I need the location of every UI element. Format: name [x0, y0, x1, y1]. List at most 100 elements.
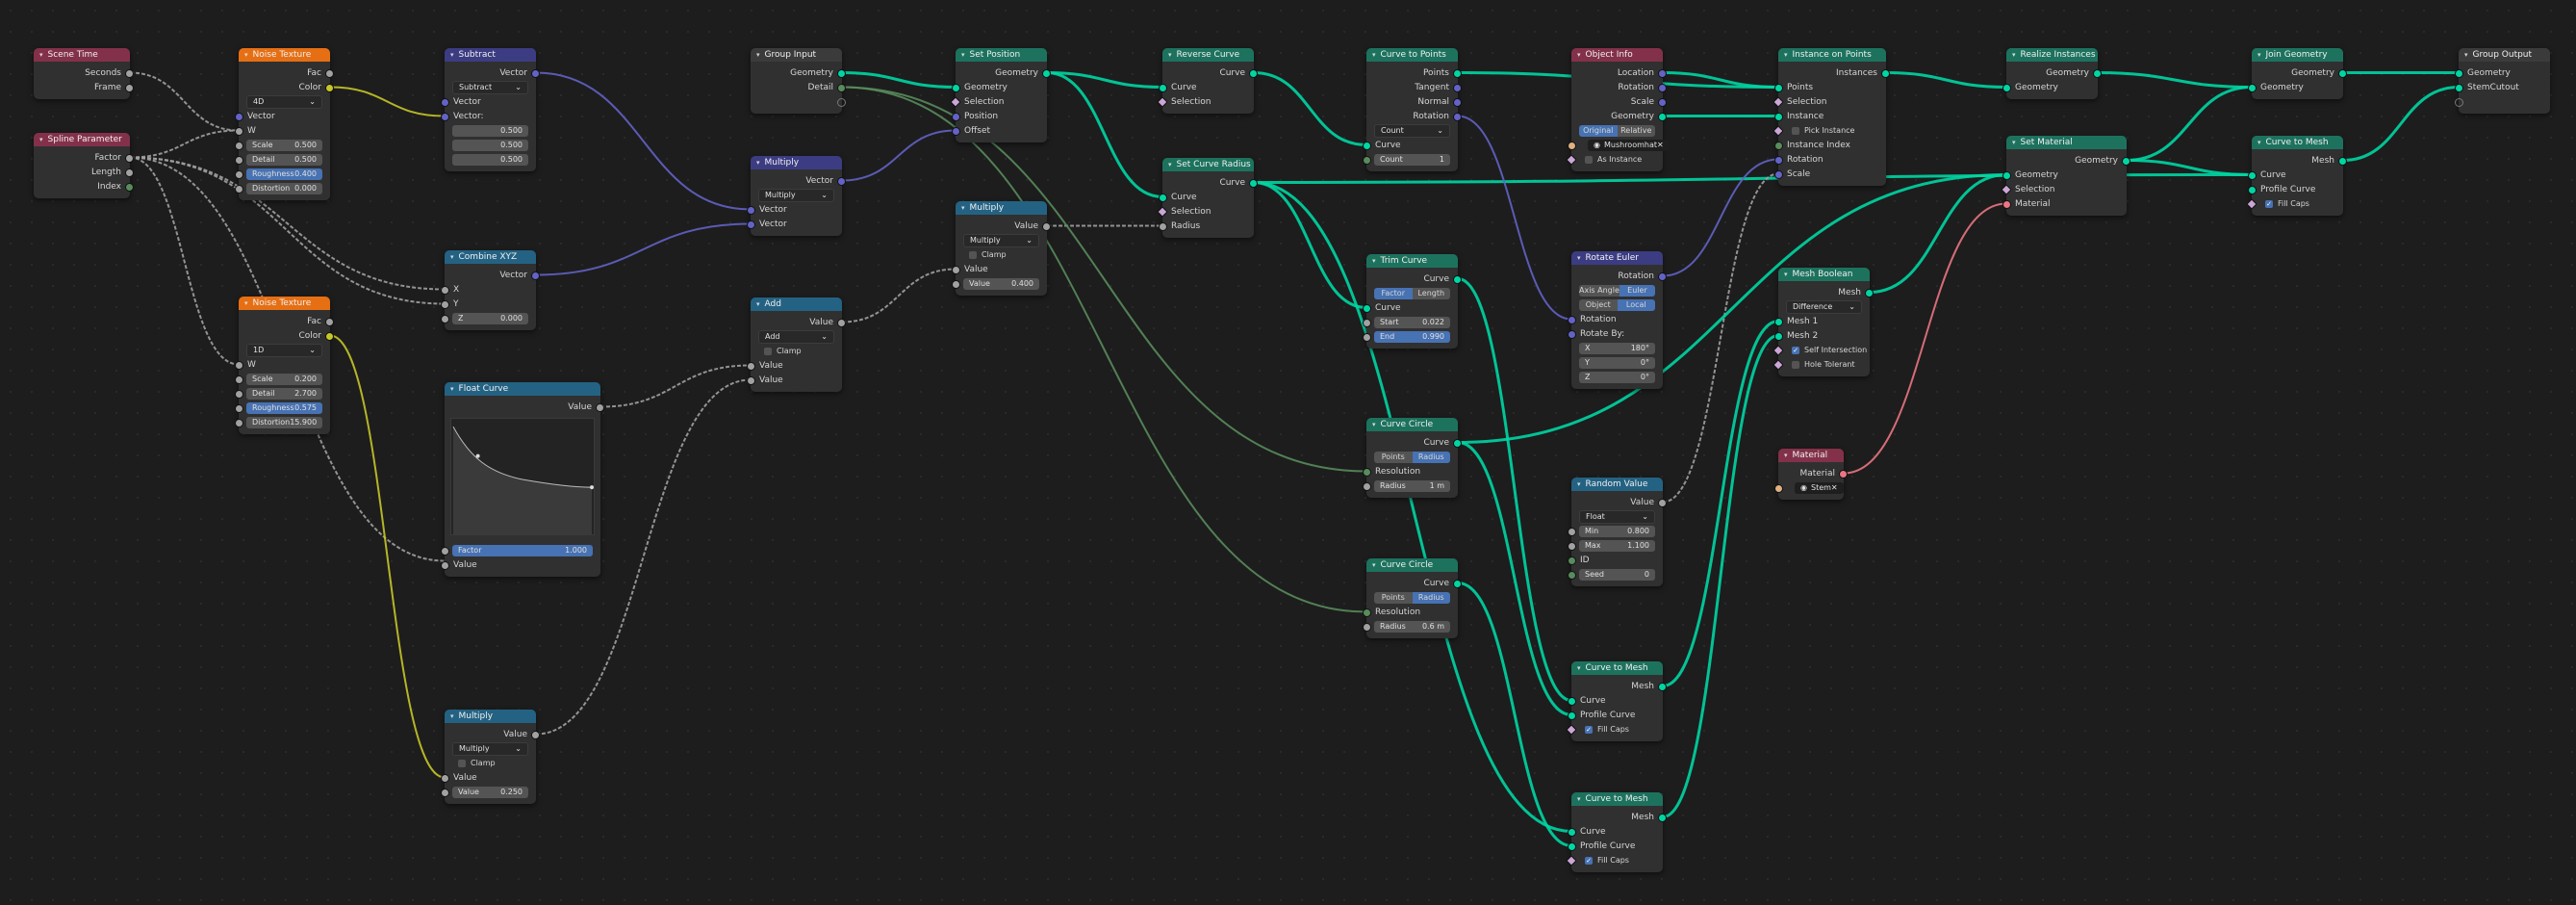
collapse-chevron-icon[interactable]: ▾ — [756, 51, 760, 59]
input-socket[interactable] — [1568, 316, 1576, 324]
output-socket[interactable] — [1658, 272, 1667, 281]
input-socket[interactable] — [441, 286, 449, 295]
node-header[interactable]: ▾ Rotate Euler — [1571, 251, 1663, 265]
number-field[interactable]: Roughness 0.400 — [246, 168, 322, 180]
output-socket[interactable] — [1453, 580, 1462, 588]
toggle-option[interactable]: Points — [1374, 591, 1413, 604]
input-socket[interactable] — [1568, 711, 1576, 720]
node-header[interactable]: ▾ Multiply — [956, 201, 1047, 215]
node-header[interactable]: ▾ Trim Curve — [1366, 254, 1458, 268]
output-socket[interactable] — [596, 403, 604, 412]
node-set-material[interactable]: ▾ Set Material Geometry Geometry Selection Ma… — [2001, 136, 2130, 216]
node-object-info[interactable]: ▾ Object Info Location Rotation Scale Geometr… — [1566, 48, 1670, 171]
node-random-value[interactable]: ▾ Random Value Value Float ⌄ Min 0.800 Max 1.100… — [1568, 478, 1667, 586]
node-header[interactable]: ▾ Realize Instances — [2006, 48, 2098, 62]
node-material[interactable]: ▾ Material Material ◉ Stem ✕ — [1774, 449, 1848, 500]
toggle-option[interactable]: Relative — [1617, 124, 1655, 137]
collapse-chevron-icon[interactable]: ▾ — [2257, 139, 2261, 146]
number-field[interactable]: Factor 1.000 — [452, 544, 593, 556]
node-header[interactable]: ▾ Curve to Points — [1366, 48, 1458, 62]
object-picker[interactable]: ◉ Mushroomhat ✕ — [1588, 139, 1670, 151]
input-socket[interactable] — [1363, 319, 1371, 327]
input-socket[interactable] — [952, 127, 960, 136]
curve-mapping-area[interactable] — [450, 418, 595, 535]
node-multiply-mid[interactable]: ▾ Multiply Value Multiply ⌄ Clamp Value Value 0.… — [952, 201, 1051, 296]
toggle-option[interactable]: Radius — [1412, 451, 1450, 463]
input-socket[interactable] — [1774, 332, 1783, 341]
input-socket[interactable] — [1363, 142, 1371, 150]
input-socket[interactable] — [2455, 98, 2463, 107]
output-socket[interactable] — [1249, 69, 1258, 78]
output-socket[interactable] — [1453, 98, 1462, 107]
node-group-output[interactable]: ▾ Group Output Geometry StemCutout — [2455, 48, 2550, 114]
node-curve-to-mesh3[interactable]: ▾ Curve to Mesh Mesh Curve Profile Curve ✓ Fil… — [2246, 136, 2347, 216]
dropdown-select[interactable]: 4D ⌄ — [246, 94, 322, 109]
input-socket[interactable] — [1363, 623, 1371, 632]
number-field[interactable]: Scale 0.200 — [246, 373, 322, 385]
output-socket[interactable] — [1865, 289, 1874, 297]
number-field[interactable]: Value 0.400 — [963, 277, 1039, 290]
input-socket[interactable] — [441, 300, 449, 309]
checkbox[interactable]: Hole Tolerant — [1787, 360, 1855, 369]
checkbox[interactable]: Clamp — [964, 250, 1007, 259]
input-socket[interactable] — [1568, 528, 1576, 536]
checkbox[interactable]: ✓ Self Intersection — [1787, 346, 1867, 354]
node-header[interactable]: ▾ Curve to Mesh — [2252, 136, 2343, 149]
output-socket[interactable] — [1249, 179, 1258, 188]
output-socket[interactable] — [1453, 275, 1462, 284]
input-socket[interactable] — [952, 84, 960, 92]
node-header[interactable]: ▾ Spline Parameter — [34, 133, 130, 146]
input-socket[interactable] — [1159, 194, 1167, 202]
node-spline-param[interactable]: ▾ Spline Parameter Factor Length Index — [34, 133, 134, 198]
node-add[interactable]: ▾ Add Value Add ⌄ Clamp Value Value — [747, 297, 846, 392]
number-field[interactable]: X 180° — [1579, 342, 1655, 354]
node-header[interactable]: ▾ Noise Texture — [239, 48, 330, 62]
collapse-chevron-icon[interactable]: ▾ — [1577, 51, 1581, 59]
node-noise2[interactable]: ▾ Noise Texture Fac Color 1D ⌄ W Scale 0.200 Deta… — [235, 297, 334, 434]
number-field[interactable]: Value 0.250 — [452, 786, 528, 798]
collapse-chevron-icon[interactable]: ▾ — [961, 204, 965, 212]
output-socket[interactable] — [125, 84, 134, 92]
output-socket[interactable] — [125, 69, 134, 78]
output-socket[interactable] — [531, 69, 540, 78]
node-header[interactable]: ▾ Multiply — [445, 710, 536, 723]
node-combine[interactable]: ▾ Combine XYZ Vector X Y Z 0.000 — [441, 250, 540, 330]
input-socket[interactable] — [1568, 697, 1576, 706]
output-socket[interactable] — [325, 69, 334, 78]
input-socket[interactable] — [235, 390, 243, 399]
output-socket[interactable] — [125, 168, 134, 177]
collapse-chevron-icon[interactable]: ▾ — [450, 385, 454, 393]
input-socket[interactable] — [1363, 156, 1371, 165]
output-socket[interactable] — [125, 183, 134, 192]
collapse-chevron-icon[interactable]: ▾ — [244, 51, 248, 59]
node-multiply-bottom[interactable]: ▾ Multiply Value Multiply ⌄ Clamp Value Value 0.… — [441, 710, 540, 804]
toggle-option[interactable]: Local — [1617, 298, 1655, 311]
input-socket[interactable] — [2248, 171, 2257, 180]
input-socket[interactable] — [235, 170, 243, 179]
curve-graph[interactable] — [451, 419, 594, 534]
output-socket[interactable] — [837, 84, 846, 92]
node-header[interactable]: ▾ Set Material — [2006, 136, 2127, 149]
input-socket[interactable] — [1774, 142, 1783, 150]
node-curve-to-mesh2[interactable]: ▾ Curve to Mesh Mesh Curve Profile Curve ✓ Fil… — [1566, 792, 1667, 872]
input-socket[interactable] — [747, 206, 755, 215]
node-realize-instances[interactable]: ▾ Realize Instances Geometry Geometry — [2002, 48, 2102, 99]
input-socket[interactable] — [235, 185, 243, 194]
output-socket[interactable] — [1658, 98, 1667, 107]
node-join-geometry[interactable]: ▾ Join Geometry Geometry Geometry — [2248, 48, 2347, 99]
node-set-curve-radius[interactable]: ▾ Set Curve Radius Curve Curve Selection Radi… — [1157, 158, 1258, 238]
input-socket[interactable] — [235, 404, 243, 413]
input-socket[interactable] — [2248, 84, 2257, 92]
number-field[interactable]: Count 1 — [1374, 153, 1450, 166]
output-socket[interactable] — [1042, 69, 1051, 78]
collapse-chevron-icon[interactable]: ▾ — [1372, 257, 1376, 265]
input-socket[interactable] — [2248, 186, 2257, 194]
collapse-chevron-icon[interactable]: ▾ — [244, 299, 248, 307]
output-socket[interactable] — [1658, 814, 1667, 822]
number-field[interactable]: Detail 2.700 — [246, 387, 322, 400]
checkbox-box[interactable] — [764, 347, 772, 355]
input-socket[interactable] — [2002, 200, 2011, 209]
number-field[interactable]: 0.500 — [452, 139, 528, 151]
number-field[interactable]: Scale 0.500 — [246, 139, 322, 151]
collapse-chevron-icon[interactable]: ▾ — [756, 159, 760, 167]
